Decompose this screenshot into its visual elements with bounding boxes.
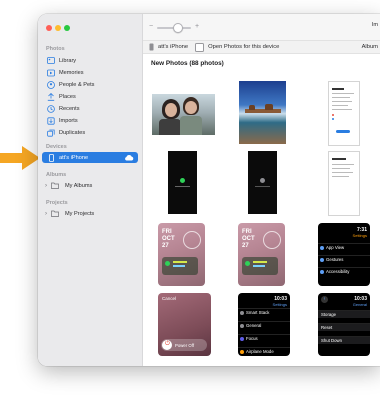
sidebar-item-label: Imports: [59, 117, 78, 124]
screenshot-thumbnail[interactable]: [168, 151, 197, 214]
open-photos-checkbox[interactable]: [195, 42, 205, 52]
screenshot-thumbnail[interactable]: [328, 151, 360, 216]
zoom-in-icon[interactable]: +: [195, 23, 199, 30]
folder-icon: [51, 210, 59, 218]
watch-month: OCT: [162, 236, 175, 242]
sidebar-item-label: Library: [59, 57, 77, 64]
zoom-slider-knob[interactable]: [173, 23, 183, 33]
menu-label: Smart Stack: [246, 310, 270, 315]
iphone-icon: [149, 43, 154, 51]
watch-subtitle: General: [352, 302, 367, 307]
library-icon: [47, 57, 55, 65]
main-content: − + Im att's iPhone Open Photos for this…: [143, 14, 380, 366]
photo-thumbnail[interactable]: [239, 81, 286, 144]
watch-date: 27: [242, 243, 249, 249]
watch-menu-item: Storage: [318, 310, 370, 318]
sidebar-item-duplicates[interactable]: Duplicates: [42, 127, 138, 138]
sidebar-item-label: Places: [59, 93, 76, 100]
toolbar: − + Im: [143, 14, 380, 41]
sidebar: Photos Library Memories People & Pets Pl…: [38, 14, 143, 366]
places-icon: [47, 92, 55, 101]
sidebar-item-label: Duplicates: [59, 129, 86, 136]
back-chevron-icon: ‹: [321, 296, 328, 303]
close-window-button[interactable]: [46, 25, 52, 31]
menu-label: Airplane Mode: [246, 349, 274, 354]
open-photos-label: Open Photos for this device: [208, 44, 280, 50]
import-button[interactable]: Im: [372, 22, 378, 28]
watch-screenshot-thumbnail[interactable]: Cancel ⏻ Power Off: [158, 293, 211, 356]
watch-day: FRI: [162, 229, 172, 235]
section-photos: Photos: [46, 46, 65, 52]
zoom-window-button[interactable]: [64, 25, 70, 31]
watch-menu-item: Accessibility: [318, 267, 370, 275]
watch-subtitle: Settings: [272, 302, 287, 307]
minimize-window-button[interactable]: [55, 25, 61, 31]
menu-label: Storage: [321, 312, 337, 317]
watch-screenshot-thumbnail[interactable]: ‹ 10:03 General Storage Reset Shut Down: [318, 293, 370, 356]
menu-label: Focus: [246, 336, 258, 341]
watch-face-thumbnail[interactable]: FRI OCT 27: [158, 223, 205, 286]
menu-label: App View: [326, 245, 345, 250]
watch-menu-item: App View: [318, 243, 370, 251]
power-off-label: Power Off: [175, 343, 195, 348]
device-name: att's iPhone: [158, 44, 189, 50]
watch-screenshot-thumbnail[interactable]: 10:03 Settings Smart Stack General Focus…: [238, 293, 290, 356]
menu-label: General: [246, 323, 262, 328]
watch-menu-item: Shut Down: [318, 336, 370, 344]
sidebar-item-people[interactable]: People & Pets: [42, 79, 138, 90]
sidebar-item-device-iphone[interactable]: att's iPhone: [42, 152, 138, 163]
menu-label: Reset: [321, 325, 333, 330]
section-albums: Albums: [46, 172, 67, 178]
pointer-arrow: [0, 146, 40, 170]
power-icon: ⏻: [165, 341, 170, 347]
watch-month: OCT: [242, 236, 255, 242]
screenshot-thumbnail[interactable]: [248, 151, 277, 214]
watch-menu-item: General: [238, 321, 290, 329]
watch-day: FRI: [242, 229, 252, 235]
watch-subtitle: Settings: [352, 233, 367, 238]
device-bar: att's iPhone Open Photos for this device…: [143, 41, 380, 54]
watch-screenshot-thumbnail[interactable]: 7:31 Settings App View Gestures Accessib…: [318, 223, 370, 286]
sidebar-item-label: My Projects: [65, 210, 95, 217]
duplicates-icon: [47, 129, 55, 137]
imports-icon: [47, 116, 55, 125]
watch-cancel-label: Cancel: [162, 296, 177, 301]
watch-menu-item: Focus: [238, 334, 290, 342]
memories-icon: [47, 69, 55, 77]
sidebar-item-label: People & Pets: [59, 81, 95, 88]
sidebar-item-my-projects[interactable]: › My Projects: [42, 208, 138, 219]
sidebar-item-label: My Albums: [65, 182, 93, 189]
menu-label: Shut Down: [321, 338, 343, 343]
sidebar-item-my-albums[interactable]: › My Albums: [42, 180, 138, 191]
recents-icon: [47, 104, 55, 113]
sidebar-item-label: Memories: [59, 69, 84, 76]
section-heading: New Photos (88 photos): [151, 60, 224, 67]
sidebar-item-label: Recents: [59, 105, 80, 112]
sidebar-item-memories[interactable]: Memories: [42, 67, 138, 78]
album-dropdown-label[interactable]: Album: [362, 44, 378, 50]
section-projects: Projects: [46, 200, 68, 206]
photo-thumbnail[interactable]: [152, 94, 215, 135]
menu-label: Accessibility: [326, 269, 350, 274]
menu-label: Gestures: [326, 257, 344, 262]
photos-window: Photos Library Memories People & Pets Pl…: [38, 14, 380, 366]
sidebar-item-library[interactable]: Library: [42, 55, 138, 66]
screenshot-thumbnail[interactable]: [328, 81, 360, 146]
people-icon: [47, 80, 55, 89]
watch-menu-item: Airplane Mode: [238, 347, 290, 355]
watch-face-thumbnail[interactable]: FRI OCT 27: [238, 223, 285, 286]
icloud-icon: [124, 154, 134, 163]
watch-menu-item: Smart Stack: [238, 308, 290, 316]
watch-menu-item: Gestures: [318, 255, 370, 263]
sidebar-item-imports[interactable]: Imports: [42, 115, 138, 126]
iphone-icon: [47, 153, 55, 162]
zoom-out-icon[interactable]: −: [149, 23, 153, 30]
watch-date: 27: [162, 243, 169, 249]
sidebar-item-label: att's iPhone: [59, 154, 89, 161]
sidebar-item-recents[interactable]: Recents: [42, 103, 138, 114]
watch-menu-item: Reset: [318, 323, 370, 331]
section-devices: Devices: [46, 144, 67, 150]
folder-icon: [51, 182, 59, 190]
sidebar-item-places[interactable]: Places: [42, 91, 138, 102]
